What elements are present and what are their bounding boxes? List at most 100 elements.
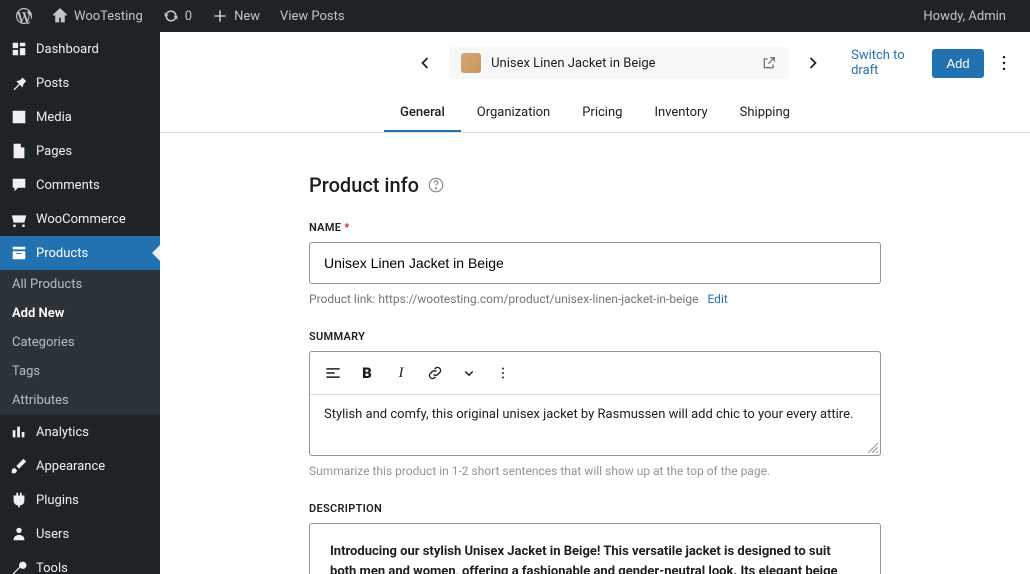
- submenu-tags[interactable]: Tags: [0, 357, 160, 386]
- permalink-row: Product link: https://wootesting.com/pro…: [309, 292, 881, 306]
- sidebar-item-users[interactable]: Users: [0, 517, 160, 551]
- wp-logo-menu[interactable]: [8, 0, 40, 32]
- wrench-icon: [10, 559, 28, 574]
- sidebar-posts-label: Posts: [36, 76, 69, 91]
- sidebar-item-dashboard[interactable]: Dashboard: [0, 32, 160, 66]
- chevron-left-icon: [415, 53, 435, 73]
- link-icon: [426, 364, 444, 382]
- bold-icon: B: [362, 364, 372, 382]
- tab-inventory[interactable]: Inventory: [638, 95, 723, 132]
- new-content-menu[interactable]: New: [204, 0, 268, 32]
- more-vertical-icon: [994, 53, 1014, 73]
- bold-button[interactable]: B: [352, 358, 382, 388]
- name-input[interactable]: [309, 242, 881, 284]
- products-submenu: All Products Add New Categories Tags Att…: [0, 270, 160, 415]
- summary-editor: B I Stylish and comfy, this original uni…: [309, 351, 881, 456]
- align-icon: [323, 363, 343, 383]
- editor-header: Unisex Linen Jacket in Beige Switch to d…: [160, 32, 1030, 95]
- sidebar-item-analytics[interactable]: Analytics: [0, 415, 160, 449]
- sidebar-analytics-label: Analytics: [36, 425, 89, 440]
- tab-shipping[interactable]: Shipping: [724, 95, 806, 132]
- dropdown-button[interactable]: [454, 358, 484, 388]
- sidebar-item-woocommerce[interactable]: WooCommerce: [0, 202, 160, 236]
- section-title-text: Product info: [309, 173, 419, 197]
- greeting-label: Howdy, Admin: [923, 9, 1006, 24]
- description-field: DESCRIPTION Introducing our stylish Unis…: [309, 502, 881, 574]
- external-link-icon[interactable]: [761, 55, 777, 71]
- tab-organization[interactable]: Organization: [461, 95, 566, 132]
- product-tabs: General Organization Pricing Inventory S…: [160, 95, 1030, 133]
- view-posts-link[interactable]: View Posts: [272, 0, 353, 32]
- sidebar-item-media[interactable]: Media: [0, 100, 160, 134]
- name-label: NAME *: [309, 221, 881, 234]
- sidebar-products-label: Products: [36, 246, 88, 261]
- updates-count: 0: [185, 9, 192, 24]
- sidebar-item-posts[interactable]: Posts: [0, 66, 160, 100]
- tab-general[interactable]: General: [384, 95, 461, 132]
- pin-icon: [10, 74, 28, 92]
- page-icon: [10, 142, 28, 160]
- woocommerce-icon: [10, 210, 28, 228]
- add-button[interactable]: Add: [932, 49, 983, 78]
- home-icon: [52, 8, 68, 24]
- sidebar-tools-label: Tools: [36, 561, 68, 574]
- description-p1: Introducing our stylish Unisex Jacket in…: [330, 542, 860, 574]
- toolbar-more-button[interactable]: [488, 358, 518, 388]
- description-label: DESCRIPTION: [309, 502, 881, 515]
- summary-textarea[interactable]: Stylish and comfy, this original unisex …: [310, 395, 880, 455]
- sidebar-woocommerce-label: WooCommerce: [36, 212, 126, 227]
- product-title-pill[interactable]: Unisex Linen Jacket in Beige: [449, 47, 789, 79]
- section-title: Product info: [309, 173, 881, 197]
- next-product-button[interactable]: [797, 47, 829, 79]
- sidebar-media-label: Media: [36, 110, 72, 125]
- resize-handle-icon[interactable]: [868, 443, 878, 453]
- summary-label: SUMMARY: [309, 330, 881, 343]
- submenu-attributes[interactable]: Attributes: [0, 386, 160, 415]
- sidebar-item-tools[interactable]: Tools: [0, 551, 160, 574]
- italic-button[interactable]: I: [386, 358, 416, 388]
- paragraph-button[interactable]: [318, 358, 348, 388]
- new-label: New: [234, 9, 260, 24]
- chevron-right-icon: [803, 53, 823, 73]
- sidebar-users-label: Users: [36, 527, 69, 542]
- user-icon: [10, 525, 28, 543]
- admin-sidebar: Dashboard Posts Media Pages Comments Woo…: [0, 32, 160, 574]
- summary-text: Stylish and comfy, this original unisex …: [324, 407, 853, 422]
- help-icon[interactable]: [427, 176, 445, 194]
- sidebar-comments-label: Comments: [36, 178, 100, 193]
- sidebar-item-pages[interactable]: Pages: [0, 134, 160, 168]
- sidebar-appearance-label: Appearance: [36, 459, 105, 474]
- dashboard-icon: [10, 40, 28, 58]
- prev-product-button[interactable]: [409, 47, 441, 79]
- submenu-categories[interactable]: Categories: [0, 328, 160, 357]
- summary-helper: Summarize this product in 1-2 short sent…: [309, 464, 881, 478]
- name-field: NAME * Product link: https://wootesting.…: [309, 221, 881, 306]
- italic-icon: I: [399, 365, 404, 382]
- submenu-all-products[interactable]: All Products: [0, 270, 160, 299]
- sidebar-item-products[interactable]: Products: [0, 236, 160, 270]
- switch-to-draft-button[interactable]: Switch to draft: [841, 42, 922, 84]
- brush-icon: [10, 457, 28, 475]
- comment-icon: [10, 176, 28, 194]
- more-options-button[interactable]: [994, 49, 1014, 77]
- link-button[interactable]: [420, 358, 450, 388]
- sidebar-item-plugins[interactable]: Plugins: [0, 483, 160, 517]
- product-title-text: Unisex Linen Jacket in Beige: [491, 56, 751, 71]
- admin-bar: WooTesting 0 New View Posts Howdy, Admin: [0, 0, 1030, 32]
- plus-icon: [212, 8, 228, 24]
- editor-main: Unisex Linen Jacket in Beige Switch to d…: [160, 32, 1030, 574]
- account-menu[interactable]: Howdy, Admin: [915, 0, 1014, 32]
- submenu-add-new[interactable]: Add New: [0, 299, 160, 328]
- site-name-label: WooTesting: [74, 9, 143, 24]
- sidebar-item-appearance[interactable]: Appearance: [0, 449, 160, 483]
- refresh-icon: [163, 8, 179, 24]
- sidebar-item-comments[interactable]: Comments: [0, 168, 160, 202]
- updates-menu[interactable]: 0: [155, 0, 200, 32]
- description-editor[interactable]: Introducing our stylish Unisex Jacket in…: [309, 523, 881, 574]
- media-icon: [10, 108, 28, 126]
- tab-pricing[interactable]: Pricing: [566, 95, 638, 132]
- site-name-menu[interactable]: WooTesting: [44, 0, 151, 32]
- sidebar-plugins-label: Plugins: [36, 493, 79, 508]
- sidebar-pages-label: Pages: [36, 144, 72, 159]
- permalink-edit-link[interactable]: Edit: [707, 292, 727, 306]
